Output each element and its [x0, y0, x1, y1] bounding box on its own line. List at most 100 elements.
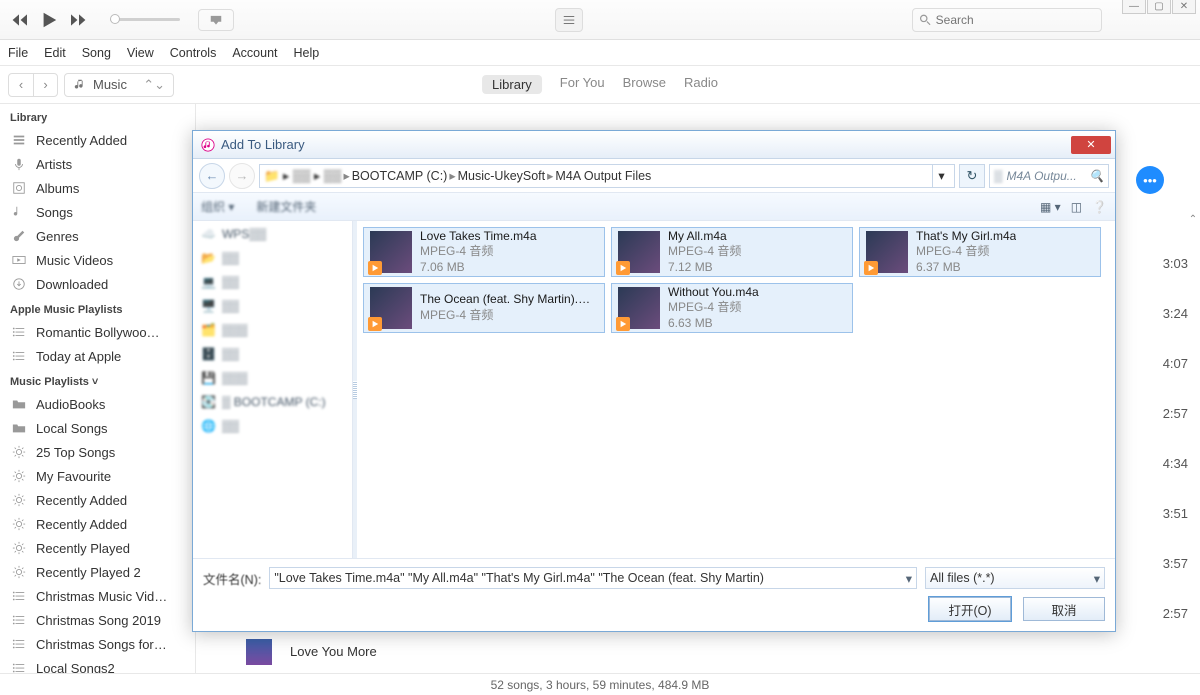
sidebar-item[interactable]: AudioBooks — [0, 392, 195, 416]
airplay-button[interactable] — [198, 9, 234, 31]
album-icon — [10, 179, 28, 197]
dialog-close-button[interactable]: ✕ — [1071, 136, 1111, 154]
sidebar-item-label: Music Videos — [36, 253, 113, 268]
file-type: MPEG-4 音频 — [420, 308, 598, 324]
play-overlay-icon — [368, 261, 382, 275]
nav-fwd-button[interactable]: › — [33, 74, 57, 96]
file-item[interactable]: Love Takes Time.m4aMPEG-4 音频7.06 MB — [363, 227, 605, 277]
filename-input[interactable]: "Love Takes Time.m4a" "My All.m4a" "That… — [269, 567, 917, 589]
sidebar-item[interactable]: Today at Apple — [0, 344, 195, 368]
dialog-sidebar-item[interactable]: 📂▒▒ — [201, 251, 344, 265]
sidebar-item[interactable]: Albums — [0, 176, 195, 200]
search-input[interactable] — [936, 13, 1095, 27]
bc-dropdown-icon[interactable]: ▾ — [932, 165, 950, 187]
file-size: 7.12 MB — [668, 260, 741, 276]
next-button[interactable] — [68, 9, 90, 31]
dialog-sidebar-item[interactable]: 💻▒▒ — [201, 275, 344, 289]
tab-for-you[interactable]: For You — [560, 75, 605, 94]
splitter-handle[interactable] — [353, 221, 357, 558]
bc-seg-1[interactable]: Music-UkeySoft — [458, 169, 546, 183]
folder-icon: 💾 — [201, 371, 216, 385]
sidebar-item[interactable]: Genres — [0, 224, 195, 248]
song-duration: 3:03 — [1163, 256, 1188, 271]
view-mode-icon[interactable]: ▦ ▾ — [1040, 200, 1061, 214]
breadcrumb[interactable]: 📁 ▸ ▒▒ ▸ ▒▒ ▸BOOTCAMP (C:) ▸Music-UkeySo… — [259, 164, 955, 188]
scrollbar-up-icon[interactable]: ⌃ — [1186, 214, 1200, 225]
bc-seg-0[interactable]: BOOTCAMP (C:) — [352, 169, 448, 183]
sidebar-item[interactable]: 25 Top Songs — [0, 440, 195, 464]
play-overlay-icon — [864, 261, 878, 275]
search-field[interactable] — [912, 8, 1102, 32]
sidebar-item[interactable]: Songs — [0, 200, 195, 224]
play-button[interactable] — [38, 9, 60, 31]
dialog-sidebar-item[interactable]: 🗄️▒▒ — [201, 347, 344, 361]
minimize-button[interactable]: — — [1122, 0, 1146, 14]
file-item[interactable]: The Ocean (feat. Shy Martin).m4aMPEG-4 音… — [363, 283, 605, 333]
more-button[interactable]: ••• — [1136, 166, 1164, 194]
list-view-button[interactable] — [555, 8, 583, 32]
filetype-select[interactable]: All files (*.*) ▾ — [925, 567, 1105, 589]
preview-pane-icon[interactable]: ◫ — [1071, 200, 1082, 214]
sidebar-item[interactable]: My Favourite — [0, 464, 195, 488]
dialog-sidebar-item[interactable]: 🖥️▒▒ — [201, 299, 344, 313]
dialog-sidebar-item[interactable]: 💽▒ BOOTCAMP (C:) — [201, 395, 344, 409]
video-icon — [10, 251, 28, 269]
menu-view[interactable]: View — [127, 46, 154, 60]
file-item[interactable]: My All.m4aMPEG-4 音频7.12 MB — [611, 227, 853, 277]
menu-controls[interactable]: Controls — [170, 46, 217, 60]
song-duration: 4:34 — [1163, 456, 1188, 471]
sidebar-item[interactable]: Christmas Song 2019 — [0, 608, 195, 632]
sidebar-item[interactable]: Romantic Bollywoo… — [0, 320, 195, 344]
sidebar-item[interactable]: Recently Added — [0, 488, 195, 512]
sidebar-item[interactable]: Artists — [0, 152, 195, 176]
folder-icon — [10, 395, 28, 413]
sidebar-item[interactable]: Local Songs — [0, 416, 195, 440]
song-duration: 2:57 — [1163, 406, 1188, 421]
volume-slider[interactable] — [110, 18, 180, 21]
help-icon[interactable]: ❔ — [1092, 200, 1107, 214]
sidebar-item[interactable]: Recently Played 2 — [0, 560, 195, 584]
menu-help[interactable]: Help — [294, 46, 320, 60]
menu-song[interactable]: Song — [82, 46, 111, 60]
sidebar-item[interactable]: Recently Added — [0, 128, 195, 152]
close-button[interactable]: ✕ — [1172, 0, 1196, 14]
bc-seg-2[interactable]: M4A Output Files — [555, 169, 651, 183]
sidebar-heading: Apple Music Playlists — [0, 296, 195, 320]
refresh-button[interactable]: ↻ — [959, 164, 985, 188]
tab-browse[interactable]: Browse — [623, 75, 666, 94]
sidebar-item[interactable]: Local Songs2 — [0, 656, 195, 673]
sidebar-item[interactable]: Christmas Songs for… — [0, 632, 195, 656]
list-icon — [10, 659, 28, 673]
file-item[interactable]: That's My Girl.m4aMPEG-4 音频6.37 MB — [859, 227, 1101, 277]
dialog-sidebar-item[interactable]: 🗂️▒▒▒ — [201, 323, 344, 337]
sidebar-item[interactable]: Music Videos — [0, 248, 195, 272]
tab-radio[interactable]: Radio — [684, 75, 718, 94]
dialog-sidebar-item[interactable]: 🌐▒▒ — [201, 419, 344, 433]
sidebar-item[interactable]: Recently Played — [0, 536, 195, 560]
list-icon — [10, 323, 28, 341]
media-selector[interactable]: Music ⌃⌄ — [64, 73, 174, 97]
dialog-sidebar-item[interactable]: 💾▒▒▒ — [201, 371, 344, 385]
prev-button[interactable] — [8, 9, 30, 31]
song-title: Love You More — [290, 644, 377, 659]
dialog-search-field[interactable]: ▒ M4A Outpu... 🔍 — [989, 164, 1109, 188]
back-button[interactable]: ← — [199, 163, 225, 189]
open-button[interactable]: 打开(O) — [929, 597, 1011, 621]
file-item[interactable]: Without You.m4aMPEG-4 音频6.63 MB — [611, 283, 853, 333]
folder-icon: 💻 — [201, 275, 216, 289]
itunes-icon — [201, 138, 215, 152]
sidebar-item[interactable]: Downloaded — [0, 272, 195, 296]
tab-library[interactable]: Library — [482, 75, 542, 94]
forward-button[interactable]: → — [229, 163, 255, 189]
menu-account[interactable]: Account — [232, 46, 277, 60]
file-dialog: Add To Library ✕ ← → 📁 ▸ ▒▒ ▸ ▒▒ ▸BOOTCA… — [192, 130, 1116, 632]
maximize-button[interactable]: ▢ — [1147, 0, 1171, 14]
cancel-button[interactable]: 取消 — [1023, 597, 1105, 621]
menu-file[interactable]: File — [8, 46, 28, 60]
menu-edit[interactable]: Edit — [44, 46, 66, 60]
sidebar-item[interactable]: Christmas Music Vid… — [0, 584, 195, 608]
status-bar: 52 songs, 3 hours, 59 minutes, 484.9 MB — [0, 673, 1200, 695]
nav-back-button[interactable]: ‹ — [9, 74, 33, 96]
sidebar-item[interactable]: Recently Added — [0, 512, 195, 536]
dialog-sidebar-item[interactable]: ☁️WPS▒▒ — [201, 227, 344, 241]
